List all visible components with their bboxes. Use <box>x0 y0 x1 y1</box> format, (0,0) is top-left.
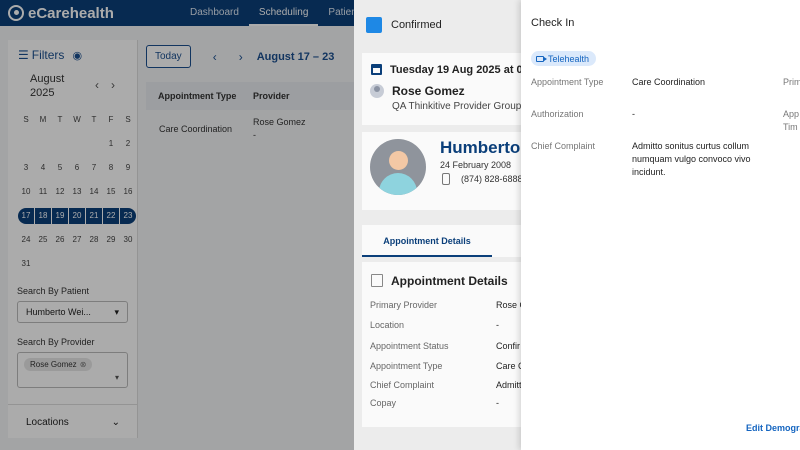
detail-label: Chief Complaint <box>370 380 435 390</box>
status-color-swatch <box>366 17 382 33</box>
detail-label: Appointment Status <box>370 341 449 351</box>
tab-appointment-details[interactable]: Appointment Details <box>362 225 492 257</box>
details-title: Appointment Details <box>391 274 508 288</box>
status-label: Confirmed <box>391 19 442 31</box>
detail-value: Admitt <box>496 380 522 390</box>
detail-value: Confir <box>496 341 521 351</box>
chief-complaint-label: Chief Complaint <box>531 141 596 151</box>
provider-name: Rose Gomez <box>392 84 465 98</box>
avatar-body-shape <box>379 173 417 195</box>
detail-value: Care C <box>496 361 524 371</box>
appointment-datetime: Tuesday 19 Aug 2025 at 09 <box>390 64 524 76</box>
calendar-icon <box>371 64 382 75</box>
provider-group: QA Thinkitive Provider Group <box>392 101 522 112</box>
phone-icon <box>442 173 450 185</box>
patient-name[interactable]: Humberto Wei <box>440 138 524 158</box>
patient-card: Humberto Wei 24 February 2008 (874) 828-… <box>362 132 524 210</box>
authorization-label: Authorization <box>531 109 584 119</box>
detail-row: Appointment Status Confir <box>370 341 524 351</box>
provider-avatar <box>370 84 384 98</box>
telehealth-label: Telehealth <box>548 53 590 64</box>
detail-row: Primary Provider Rose G <box>370 300 524 310</box>
detail-value: - <box>496 398 499 408</box>
telehealth-chip: Telehealth <box>531 51 597 66</box>
authorization-value: - <box>632 109 635 119</box>
appointment-status: Confirmed <box>366 17 442 33</box>
truncated-label: App <box>783 109 800 119</box>
detail-row: Copay - <box>370 398 524 408</box>
appointment-type-value: Care Coordination <box>632 77 706 87</box>
appointment-details-card: Appointment Details Primary Provider Rose… <box>362 262 524 427</box>
detail-label: Appointment Type <box>370 361 443 371</box>
check-in-drawer: Check In Telehealth Appointment Type Car… <box>521 0 800 450</box>
truncated-label: Tim <box>783 122 798 132</box>
detail-label: Copay <box>370 398 397 408</box>
detail-value: Rose G <box>496 300 524 310</box>
detail-row: Chief Complaint Admitt <box>370 380 524 390</box>
patient-dob: 24 February 2008 <box>440 160 512 170</box>
detail-label: Location <box>370 320 405 330</box>
chief-complaint-value: Admitto sonitus curtus collum numquam vu… <box>632 141 751 177</box>
detail-row: Appointment Type Care C <box>370 361 524 371</box>
appointment-type-label: Appointment Type <box>531 77 604 87</box>
appointment-drawer: Confirmed Tuesday 19 Aug 2025 at 09 Rose… <box>354 0 524 450</box>
avatar-head-shape <box>389 151 408 170</box>
appointment-summary-card: Tuesday 19 Aug 2025 at 09 Rose Gomez QA … <box>362 53 524 125</box>
detail-value: - <box>496 320 499 330</box>
video-camera-icon <box>536 55 547 62</box>
appointment-tabs: Appointment Details <box>362 225 524 257</box>
detail-label: Primary Provider <box>370 300 438 310</box>
patient-avatar <box>370 139 426 195</box>
truncated-label: Prim <box>783 77 800 87</box>
patient-phone: (874) 828-6888 <box>461 174 523 184</box>
clipboard-icon <box>371 274 383 287</box>
check-in-title: Check In <box>531 17 575 29</box>
detail-row: Location - <box>370 320 524 330</box>
edit-demographics-link[interactable]: Edit Demogra <box>746 423 800 433</box>
